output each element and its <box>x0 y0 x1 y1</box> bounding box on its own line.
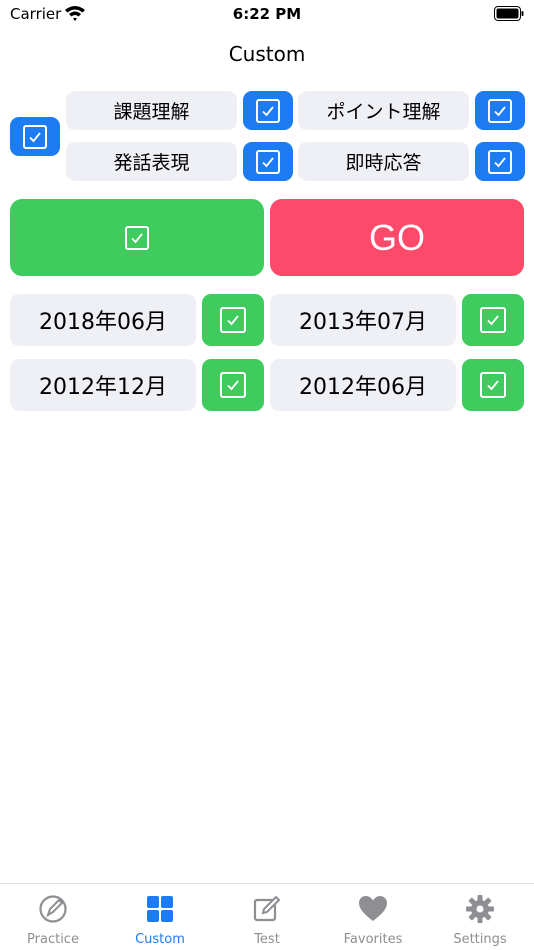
tab-label: Practice <box>27 932 79 947</box>
checkmark-icon <box>256 98 280 123</box>
page-title: Custom <box>228 42 306 66</box>
category-label[interactable]: ポイント理解 <box>298 91 469 130</box>
category-checkbox[interactable] <box>475 91 525 130</box>
tab-settings[interactable]: Settings <box>427 884 533 950</box>
checkmark-icon <box>488 149 512 174</box>
status-time: 6:22 PM <box>232 5 302 23</box>
select-all-categories-checkbox[interactable] <box>10 117 60 156</box>
heart-icon <box>359 896 387 921</box>
checkmark-icon <box>220 372 246 398</box>
date-label[interactable]: 2012年06月 <box>270 359 456 411</box>
checkmark-icon <box>125 225 149 250</box>
tab-label: Favorites <box>343 932 403 947</box>
battery-icon <box>494 6 524 21</box>
go-button[interactable]: GO <box>270 199 524 276</box>
date-label[interactable]: 2018年06月 <box>10 294 196 346</box>
gear-icon <box>466 895 494 923</box>
checkmark-icon <box>256 149 280 174</box>
category-label[interactable]: 課題理解 <box>66 91 237 130</box>
grid-icon <box>147 896 173 922</box>
date-checkbox[interactable] <box>202 359 264 411</box>
practice-icon <box>39 895 67 923</box>
tab-custom[interactable]: Custom <box>107 884 213 950</box>
tab-label: Settings <box>453 932 507 947</box>
category-label[interactable]: 即時応答 <box>298 142 469 181</box>
tab-bar: Practice Custom Test Favorites Settings <box>0 883 534 950</box>
date-label[interactable]: 2013年07月 <box>270 294 456 346</box>
checkmark-icon <box>220 307 246 333</box>
date-checkbox[interactable] <box>202 294 264 346</box>
screen: Carrier 6:22 PM Custom 課題理解 ポイント理解 発話表現 <box>0 0 534 950</box>
category-checkbox[interactable] <box>243 142 293 181</box>
checkmark-icon <box>480 372 506 398</box>
tab-practice[interactable]: Practice <box>0 884 106 950</box>
status-bar: Carrier 6:22 PM <box>0 0 534 30</box>
tab-label: Custom <box>135 932 185 947</box>
select-all-dates-button[interactable] <box>10 199 264 276</box>
tab-label: Test <box>254 932 280 947</box>
category-checkbox[interactable] <box>243 91 293 130</box>
date-label[interactable]: 2012年12月 <box>10 359 196 411</box>
tab-favorites[interactable]: Favorites <box>320 884 426 950</box>
category-checkbox[interactable] <box>475 142 525 181</box>
date-checkbox[interactable] <box>462 294 524 346</box>
date-checkbox[interactable] <box>462 359 524 411</box>
checkmark-icon <box>488 98 512 123</box>
checkmark-icon <box>23 124 47 149</box>
checkmark-icon <box>480 307 506 333</box>
edit-icon <box>253 895 281 922</box>
category-label[interactable]: 発話表現 <box>66 142 237 181</box>
tab-test[interactable]: Test <box>214 884 320 950</box>
